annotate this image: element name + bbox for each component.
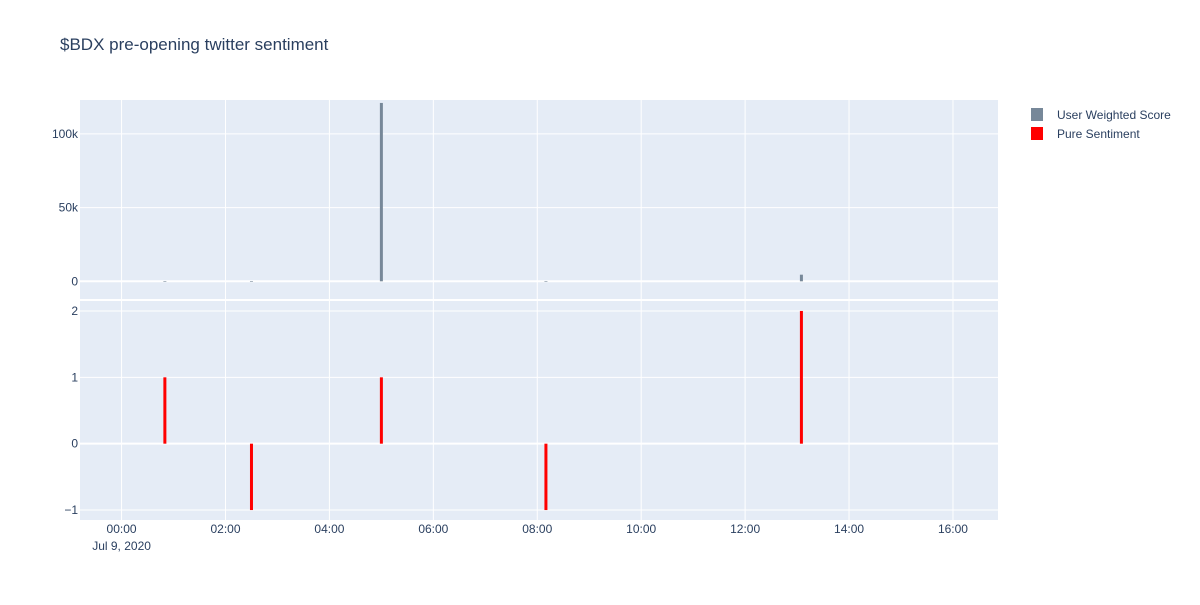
bar	[163, 377, 167, 444]
chart-svg: $BDX pre-opening twitter sentiment050k10…	[52, 35, 1171, 553]
bar	[249, 281, 253, 282]
x-tick-label: 06:00	[418, 522, 448, 536]
y-tick-label: 0	[71, 437, 78, 451]
x-tick-label: 10:00	[626, 522, 656, 536]
plot-area-1	[80, 100, 998, 299]
x-tick-label: 16:00	[938, 522, 968, 536]
x-tick-label: 02:00	[210, 522, 240, 536]
bar	[799, 274, 803, 282]
bar	[544, 281, 548, 282]
chart-title: $BDX pre-opening twitter sentiment	[60, 35, 329, 54]
y-tick-label: 2	[71, 304, 78, 318]
x-tick-label: 12:00	[730, 522, 760, 536]
y-tick-label: −1	[64, 503, 78, 517]
bar	[249, 443, 253, 511]
x-tick-label: 14:00	[834, 522, 864, 536]
legend-swatch	[1031, 127, 1043, 140]
x-tick-label: 08:00	[522, 522, 552, 536]
bar	[379, 377, 383, 444]
chart-container: $BDX pre-opening twitter sentiment 0 50k 10…	[0, 0, 1200, 600]
bar	[163, 281, 167, 282]
x-tick-label: 04:00	[314, 522, 344, 536]
y-tick-label: 50k	[59, 201, 79, 215]
y-tick-label: 0	[71, 274, 78, 288]
legend-swatch	[1031, 108, 1043, 121]
bar	[799, 310, 803, 444]
y-tick-label: 100k	[52, 127, 79, 141]
y-tick-label: 1	[71, 370, 78, 384]
plot-area-2	[80, 301, 998, 520]
bar	[379, 102, 383, 282]
x-tick-sublabel: Jul 9, 2020	[92, 539, 151, 553]
x-tick-label: 00:00	[107, 522, 137, 536]
bar	[544, 443, 548, 511]
legend-label: Pure Sentiment	[1057, 127, 1140, 141]
legend-label: User Weighted Score	[1057, 108, 1171, 122]
